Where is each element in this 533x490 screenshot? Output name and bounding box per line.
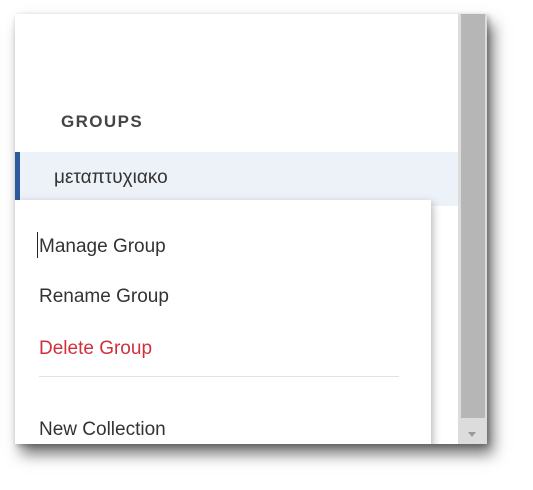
vertical-scrollbar[interactable] [458,14,487,444]
new-collection-menu-item[interactable]: New Collection [39,419,166,441]
text-cursor [37,232,38,258]
manage-group-menu-item[interactable]: Manage Group [39,236,166,258]
group-context-menu: Manage Group Rename Group Delete Group N… [15,200,431,444]
rename-group-menu-item[interactable]: Rename Group [39,286,169,308]
menu-divider [39,376,399,377]
sidebar: GROUPS μεταπτυχιακο Manage Group Rename … [15,14,458,444]
group-item-selected[interactable]: μεταπτυχιακο [15,152,458,206]
scroll-down-arrow-icon[interactable] [468,432,476,437]
groups-heading: GROUPS [61,112,144,131]
group-item-label: μεταπτυχιακο [54,167,168,188]
delete-group-menu-item[interactable]: Delete Group [39,338,152,360]
selected-marker [15,152,20,206]
screenshot-frame: GROUPS μεταπτυχιακο Manage Group Rename … [15,14,487,444]
scrollbar-thumb[interactable] [461,14,485,418]
